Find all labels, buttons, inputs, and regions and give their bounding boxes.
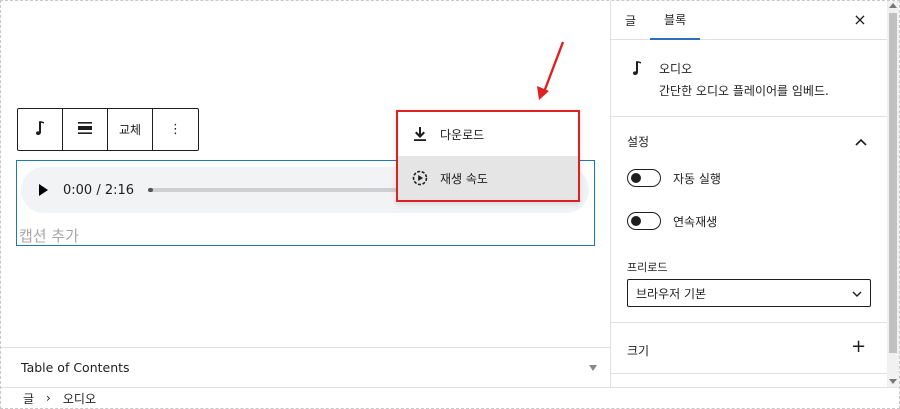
toc-title: Table of Contents [21, 360, 130, 375]
more-options-button[interactable]: ⋮ [153, 109, 198, 150]
scroll-up-icon[interactable] [889, 3, 897, 8]
breadcrumb-item-post[interactable]: 글 [23, 390, 34, 407]
settings-panel-title[interactable]: 설정 [627, 133, 649, 150]
scroll-down-icon[interactable] [889, 379, 897, 384]
menu-item-label: 다운로드 [440, 127, 485, 142]
block-card: 오디오 간단한 오디오 플레이어를 임베드. [611, 41, 887, 117]
block-name: 오디오 [659, 62, 693, 76]
tab-block[interactable]: 블록 [650, 1, 701, 40]
chevron-down-icon [852, 286, 862, 300]
loop-toggle[interactable] [627, 212, 661, 230]
plus-icon[interactable]: + [851, 336, 866, 357]
align-icon [78, 121, 92, 138]
autoplay-label: 자동 실행 [673, 171, 721, 186]
audio-progress-fill [148, 188, 154, 192]
playback-speed-icon [412, 170, 428, 186]
audio-block-type-button[interactable] [18, 109, 63, 150]
play-icon[interactable] [39, 184, 48, 196]
audio-time: 0:00 / 2:16 [63, 182, 135, 198]
size-panel[interactable]: 크기 + [611, 324, 887, 374]
annotation-arrow [537, 41, 565, 100]
tab-post[interactable]: 글 [611, 1, 650, 40]
caret-down-icon[interactable] [589, 364, 597, 371]
autoplay-row: 자동 실행 [627, 169, 721, 187]
replace-button[interactable]: 교체 [108, 109, 153, 150]
music-note-icon [631, 60, 643, 80]
loop-label: 연속재생 [673, 214, 718, 229]
caption-input[interactable]: 캡션 추가 [19, 225, 79, 246]
preload-label: 프리로드 [627, 261, 668, 274]
autoplay-toggle[interactable] [627, 169, 661, 187]
align-button[interactable] [63, 109, 108, 150]
download-icon [412, 126, 428, 142]
menu-item-label: 재생 속도 [440, 171, 488, 186]
settings-sidebar: 글 블록 × 오디오 간단한 오디오 플레이어를 임베드. 설정 자동 실행 연… [610, 1, 899, 387]
breadcrumb-item-audio[interactable]: 오디오 [63, 390, 96, 407]
close-icon[interactable]: × [851, 10, 869, 29]
music-note-icon [34, 120, 46, 140]
sidebar-scrollbar[interactable] [887, 1, 899, 387]
scrollbar-thumb[interactable] [889, 13, 897, 353]
menu-item-playback-speed[interactable]: 재생 속도 [398, 156, 578, 200]
breadcrumb: 글 › 오디오 [1, 387, 899, 408]
size-panel-title: 크기 [627, 344, 650, 358]
table-of-contents-panel[interactable]: Table of Contents [1, 347, 610, 387]
preload-value: 브라우저 기본 [636, 286, 707, 301]
settings-panel: 설정 자동 실행 연속재생 프리로드 브라우저 기본 [611, 117, 887, 323]
loop-row: 연속재생 [627, 212, 717, 230]
breadcrumb-separator: › [46, 391, 51, 405]
sidebar-tabs: 글 블록 × [611, 1, 899, 40]
preload-select[interactable]: 브라우저 기본 [627, 279, 871, 307]
chevron-up-icon[interactable] [855, 135, 867, 149]
block-toolbar: 교체 ⋮ [17, 108, 199, 151]
menu-item-download[interactable]: 다운로드 [398, 112, 578, 156]
player-options-menu: 다운로드 재생 속도 [396, 110, 580, 202]
block-description: 간단한 오디오 플레이어를 임베드. [659, 84, 829, 98]
audio-progress-bar[interactable] [148, 188, 399, 192]
